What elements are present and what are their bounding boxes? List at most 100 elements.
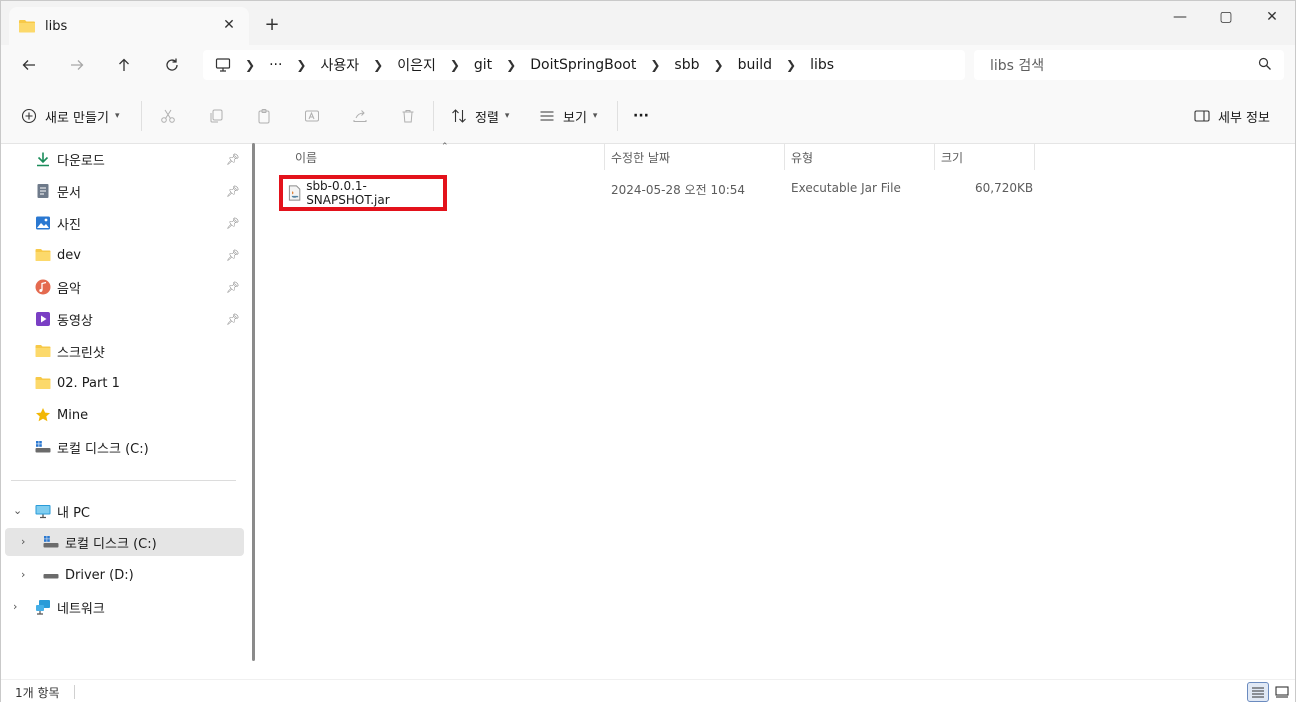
column-type-label: 유형 [791, 150, 814, 165]
breadcrumb-item[interactable]: sbb [674, 57, 699, 73]
minimize-button[interactable]: — [1157, 1, 1203, 33]
breadcrumb-item[interactable]: 사용자 [320, 55, 359, 75]
sidebar-item-label: Driver (D:) [65, 567, 134, 583]
column-header-name[interactable]: 이름 [295, 144, 317, 170]
forward-button[interactable] [61, 51, 93, 79]
refresh-button[interactable] [156, 51, 188, 79]
sidebar-item-label: 스크린샷 [57, 345, 105, 361]
paste-button[interactable] [249, 101, 279, 131]
share-icon [353, 110, 367, 122]
pin-icon: 📌︎ [226, 281, 240, 294]
arrow-right-icon [71, 60, 84, 70]
sidebar-item-dev[interactable]: dev 📌︎ [1, 241, 244, 269]
copy-button[interactable] [201, 101, 231, 131]
breadcrumb-overflow[interactable]: ··· [269, 57, 282, 73]
breadcrumb-item[interactable]: git [474, 57, 492, 73]
computer-icon [35, 505, 51, 519]
sidebar-item-pictures[interactable]: 사진 📌︎ [1, 209, 244, 237]
sidebar-item-this-pc[interactable]: ⌄ 내 PC [1, 497, 244, 525]
sidebar-item-label: 로컬 디스크 (C:) [57, 441, 149, 457]
sidebar-item-mine[interactable]: Mine [1, 401, 244, 429]
music-icon [35, 279, 51, 295]
chevron-right-icon: ❯ [713, 58, 724, 72]
rename-button[interactable] [297, 101, 327, 131]
pin-icon: 📌︎ [226, 185, 240, 198]
sidebar-item-videos[interactable]: 동영상 📌︎ [1, 305, 244, 333]
column-size-label: 크기 [941, 150, 964, 165]
sidebar-item-label: 다운로드 [57, 153, 105, 169]
sidebar-item-network[interactable]: › 네트워크 [1, 593, 244, 621]
sidebar-item-documents[interactable]: 문서 📌︎ [1, 177, 244, 205]
sidebar-item-driver-d[interactable]: › Driver (D:) [1, 561, 244, 589]
column-divider[interactable] [1034, 144, 1035, 170]
chevron-right-icon: ❯ [296, 58, 307, 72]
new-tab-button[interactable]: + [261, 13, 283, 35]
address-bar: ❯ ··· ❯ 사용자 ❯ 이은지 ❯ git ❯ DoitSpringBoot… [1, 45, 1295, 87]
view-button[interactable]: 보기 ▾ [539, 101, 597, 131]
search-input[interactable]: libs 검색 [974, 50, 1284, 80]
tab-title: libs [45, 18, 68, 34]
sort-button[interactable]: 정렬 ▾ [451, 101, 509, 131]
large-icons-view-button[interactable] [1271, 682, 1293, 702]
table-row[interactable]: sbb-0.0.1-SNAPSHOT.jar 2024-05-28 오전 10:… [275, 174, 1035, 211]
chevron-right-icon[interactable]: › [13, 600, 17, 613]
sidebar-item-label: 로컬 디스크 (C:) [65, 536, 157, 552]
maximize-button[interactable]: ▢ [1203, 1, 1249, 33]
divider [433, 101, 434, 131]
tab-libs[interactable]: libs ✕ [9, 7, 249, 45]
column-header-type[interactable]: 유형 [791, 144, 813, 170]
cut-button[interactable] [153, 101, 183, 131]
delete-button[interactable] [393, 101, 423, 131]
sidebar-item-music[interactable]: 음악 📌︎ [1, 273, 244, 301]
sidebar-item-downloads[interactable]: 다운로드 📌︎ [1, 145, 244, 173]
chevron-right-icon: ❯ [373, 58, 384, 72]
breadcrumb-item[interactable]: 이은지 [397, 55, 436, 75]
search-icon [1258, 57, 1271, 70]
column-divider[interactable] [934, 144, 935, 170]
pin-icon: 📌︎ [226, 153, 240, 166]
column-divider[interactable] [604, 144, 605, 170]
new-button[interactable]: 새로 만들기 ▾ [21, 101, 119, 131]
close-window-button[interactable]: ✕ [1249, 1, 1295, 33]
chevron-right-icon[interactable]: › [21, 535, 25, 548]
copy-icon [210, 109, 223, 123]
chevron-right-icon: ❯ [449, 58, 460, 72]
column-header-size[interactable]: 크기 [941, 144, 963, 170]
sidebar-divider [11, 480, 236, 481]
breadcrumb[interactable]: ❯ ··· ❯ 사용자 ❯ 이은지 ❯ git ❯ DoitSpringBoot… [203, 50, 965, 80]
column-modified-label: 수정한 날짜 [611, 150, 671, 165]
tab-close-button[interactable]: ✕ [219, 15, 239, 35]
sidebar-item-label: 문서 [57, 185, 81, 201]
trash-icon [402, 110, 414, 123]
arrow-left-icon [22, 60, 35, 70]
details-pane-button[interactable]: 세부 정보 [1194, 101, 1270, 131]
file-type: Executable Jar File [791, 181, 901, 195]
chevron-down-icon: ▾ [504, 111, 510, 121]
sidebar-item-label: Mine [57, 407, 89, 423]
details-view-button[interactable] [1247, 682, 1269, 702]
column-divider[interactable] [784, 144, 785, 170]
breadcrumb-item[interactable]: build [738, 57, 772, 73]
up-button[interactable] [108, 51, 140, 79]
chevron-right-icon: ❯ [650, 58, 661, 72]
sidebar-item-screenshots[interactable]: 스크린샷 [1, 337, 244, 365]
back-button[interactable] [13, 51, 45, 79]
sidebar-item-local-disk[interactable]: › 로컬 디스크 (C:) [5, 528, 244, 556]
sidebar-item-part1[interactable]: 02. Part 1 [1, 369, 244, 397]
chevron-down-icon[interactable]: ⌄ [13, 504, 22, 517]
sidebar-item-local-disk-quick[interactable]: 로컬 디스크 (C:) [1, 433, 244, 461]
arrow-up-icon [119, 58, 129, 71]
computer-icon [215, 58, 231, 72]
refresh-icon [166, 58, 178, 71]
chevron-right-icon[interactable]: › [21, 568, 25, 581]
share-button[interactable] [345, 101, 375, 131]
breadcrumb-item[interactable]: libs [810, 57, 834, 73]
column-header-modified[interactable]: 수정한 날짜 [611, 144, 670, 170]
video-icon [36, 312, 50, 326]
large-icons-view-icon [1275, 686, 1289, 698]
more-options-button[interactable]: ··· [633, 101, 649, 131]
sidebar-scrollbar-thumb[interactable] [252, 143, 255, 661]
file-name-highlight[interactable]: sbb-0.0.1-SNAPSHOT.jar [279, 175, 447, 211]
clipboard-icon [258, 109, 270, 124]
breadcrumb-item[interactable]: DoitSpringBoot [530, 57, 636, 73]
